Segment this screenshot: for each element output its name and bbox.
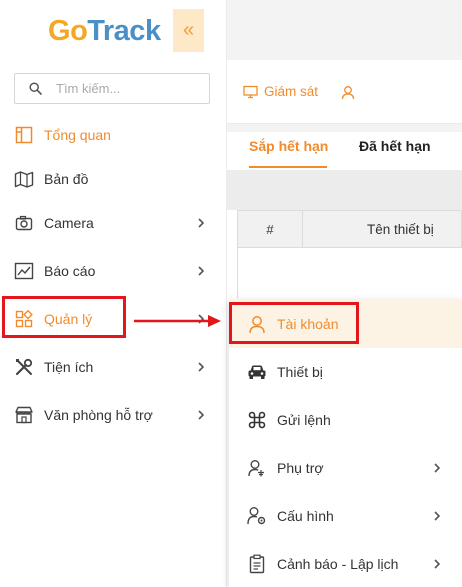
sidebar-item-utilities[interactable]: Tiện ích	[0, 345, 226, 389]
highlight-box-management	[2, 296, 126, 338]
chevron-right-icon	[434, 511, 441, 521]
table-toolbar	[227, 170, 462, 210]
sidebar-item-map[interactable]: Bản đồ	[0, 157, 226, 201]
arrow-annotation	[134, 315, 221, 327]
sidebar-item-camera[interactable]: Camera	[0, 201, 226, 245]
chevron-right-icon	[198, 362, 205, 372]
user-settings-icon	[247, 458, 267, 478]
submenu-item-send-command[interactable]: Gửi lệnh	[229, 396, 462, 444]
chevron-right-icon	[434, 559, 441, 569]
chevron-right-icon	[434, 463, 441, 473]
sidebar-item-overview[interactable]: Tổng quan	[0, 113, 226, 157]
monitor-label: Giám sát	[264, 84, 319, 99]
clipboard-icon	[247, 554, 267, 574]
sidebar-item-reports[interactable]: Báo cáo	[0, 249, 226, 293]
submenu-item-label: Thiết bị	[277, 364, 323, 380]
chevron-right-icon	[198, 218, 205, 228]
sidebar-item-label: Văn phòng hỗ trợ	[44, 407, 153, 423]
user-icon[interactable]	[341, 85, 355, 100]
active-tab-indicator	[249, 166, 327, 168]
search-icon	[29, 82, 42, 95]
submenu-item-label: Phụ trợ	[277, 460, 324, 476]
map-icon	[14, 169, 34, 189]
search-box[interactable]	[14, 73, 210, 104]
logo-text: GoTrack	[48, 14, 161, 47]
gotrack-logo[interactable]: GoTrack	[48, 10, 161, 52]
top-toolbar: Giám sát	[227, 60, 462, 124]
dashboard-icon	[14, 125, 34, 145]
sidebar-item-label: Tổng quan	[44, 127, 111, 143]
tab-bar: Sắp hết hạn Đã hết hạn	[227, 132, 462, 170]
divider	[227, 124, 462, 132]
submenu-item-auxiliary[interactable]: Phụ trợ	[229, 444, 462, 492]
camera-icon	[14, 213, 34, 233]
double-chevron-left-icon: «	[182, 19, 195, 41]
column-header-device-name[interactable]: Tên thiết bị	[367, 222, 434, 237]
tools-icon	[14, 357, 34, 377]
store-icon	[14, 405, 34, 425]
submenu-item-configuration[interactable]: Cấu hình	[229, 492, 462, 540]
monitor-icon	[243, 85, 258, 98]
sidebar: GoTrack « Tổng quan Bản đồ Camera	[0, 0, 227, 587]
submenu-item-label: Cảnh báo - Lập lịch	[277, 556, 399, 572]
collapse-sidebar-button[interactable]: «	[173, 9, 204, 52]
highlight-box-account	[229, 302, 359, 344]
submenu-item-alerts-schedule[interactable]: Cảnh báo - Lập lịch	[229, 540, 462, 587]
submenu-item-devices[interactable]: Thiết bị	[229, 348, 462, 396]
submenu-item-label: Gửi lệnh	[277, 412, 331, 428]
tab-expired[interactable]: Đã hết hạn	[359, 138, 431, 154]
command-icon	[247, 410, 267, 430]
chart-icon	[14, 261, 34, 281]
sidebar-item-label: Camera	[44, 215, 94, 231]
chevron-right-icon	[198, 410, 205, 420]
car-icon	[247, 362, 267, 382]
table-header: # Tên thiết bị	[237, 210, 462, 248]
search-input[interactable]	[56, 81, 196, 96]
header-bar	[227, 0, 462, 60]
monitor-link[interactable]: Giám sát	[243, 84, 318, 99]
user-gear-icon	[247, 506, 267, 526]
submenu-item-label: Cấu hình	[277, 508, 334, 524]
sidebar-item-label: Báo cáo	[44, 263, 96, 279]
tab-expiring-soon[interactable]: Sắp hết hạn	[249, 138, 328, 154]
sidebar-item-label: Tiện ích	[44, 359, 94, 375]
sidebar-item-support-office[interactable]: Văn phòng hỗ trợ	[0, 393, 226, 437]
table-body	[237, 248, 462, 298]
column-header-index: #	[238, 211, 303, 247]
sidebar-item-label: Bản đồ	[44, 171, 89, 187]
chevron-right-icon	[198, 266, 205, 276]
